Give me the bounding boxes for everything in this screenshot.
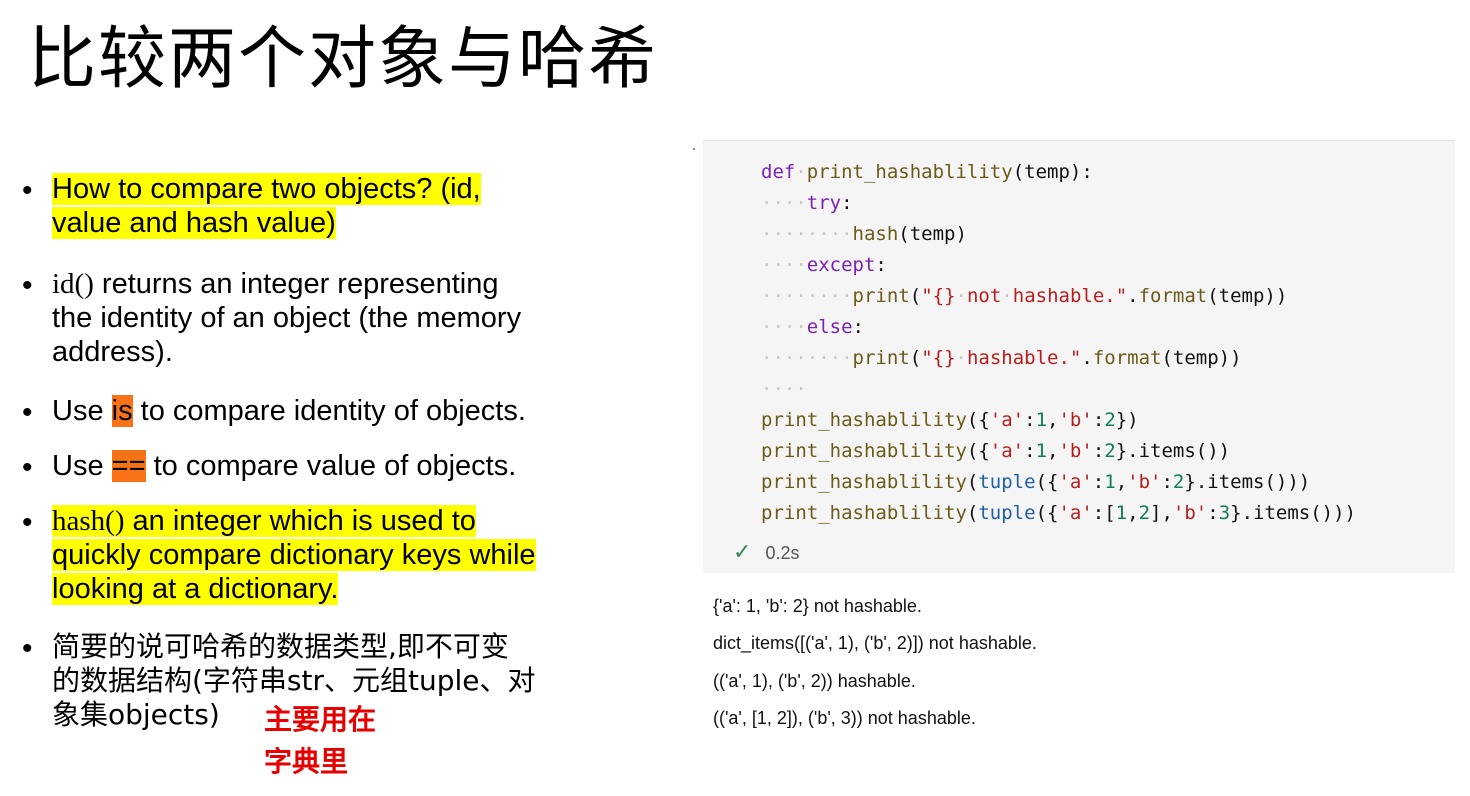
code-line-def: def·print_hashablility(temp): xyxy=(761,161,1093,183)
code-line-except: ····except: xyxy=(761,254,887,276)
bullet-text: How to compare two objects? (id, xyxy=(52,173,481,205)
marker-dot xyxy=(693,148,695,150)
code-cell[interactable]: def·print_hashablility(temp): ····try: ·… xyxy=(703,140,1455,573)
code-line-call-2: print_hashablility({'a':1,'b':2}.items()… xyxy=(761,440,1231,462)
bullet-text: quickly compare dictionary keys while xyxy=(52,539,536,571)
bullet-dot: • xyxy=(22,632,33,665)
operator-equals: == xyxy=(111,450,146,482)
check-icon: ✓ xyxy=(733,539,752,564)
run-status: ✓ 0.2s xyxy=(733,539,799,565)
function-name: id() xyxy=(52,268,94,300)
bullet-text: an integer which is used to xyxy=(124,505,476,537)
bullet-text: to compare identity of objects. xyxy=(132,395,526,427)
bullet-text: Use xyxy=(52,395,112,427)
bullet-text: Use xyxy=(52,450,112,482)
operator-is: is xyxy=(111,395,133,427)
bullet-text: value and hash value) xyxy=(52,207,336,239)
code-line-call-3: print_hashablility(tuple({'a':1,'b':2}.i… xyxy=(761,471,1311,493)
note-line-1: 主要用在 xyxy=(264,703,377,736)
output-line: {'a': 1, 'b': 2} not hashable. xyxy=(713,596,922,616)
run-time: 0.2s xyxy=(765,543,800,563)
bullet-dot: • xyxy=(22,174,33,207)
note-line-2: 字典里 xyxy=(264,745,349,778)
output-line: dict_items([('a', 1), ('b', 2)]) not has… xyxy=(713,633,1037,653)
bullet-dot: • xyxy=(22,451,33,484)
code-line-print-ok: ········print("{}·hashable.".format(temp… xyxy=(761,347,1242,369)
code-line-call-1: print_hashablility({'a':1,'b':2}) xyxy=(761,409,1139,431)
bullet-text: returns an integer representing xyxy=(93,268,499,300)
bullet-dot: • xyxy=(22,396,33,429)
output-line: (('a', 1), ('b', 2)) hashable. xyxy=(713,671,916,691)
bullet-text: the identity of an object (the memory xyxy=(52,302,522,334)
code-line-blank: ···· xyxy=(761,378,807,400)
code-line-call-4: print_hashablility(tuple({'a':[1,2],'b':… xyxy=(761,502,1356,524)
bullet-text: to compare value of objects. xyxy=(145,450,517,482)
bullet-text: 的数据结构(字符串str、元组tuple、对 xyxy=(52,664,536,697)
function-name: hash() xyxy=(52,505,125,537)
bullet-text: 简要的说可哈希的数据类型,即不可变 xyxy=(52,630,509,663)
bullet-dot: • xyxy=(22,269,33,302)
bullet-text: 象集objects) xyxy=(52,698,220,731)
bullet-text: looking at a dictionary. xyxy=(52,573,339,605)
slide-title: 比较两个对象与哈希 xyxy=(28,20,659,99)
code-line-else: ····else: xyxy=(761,316,864,338)
code-line-hash: ········hash(temp) xyxy=(761,223,967,245)
bullet-text: address). xyxy=(52,336,173,368)
output-line: (('a', [1, 2]), ('b', 3)) not hashable. xyxy=(713,708,976,728)
bullet-dot: • xyxy=(22,506,33,539)
code-line-try: ····try: xyxy=(761,192,853,214)
code-line-print-not: ········print("{}·not·hashable.".format(… xyxy=(761,285,1288,307)
